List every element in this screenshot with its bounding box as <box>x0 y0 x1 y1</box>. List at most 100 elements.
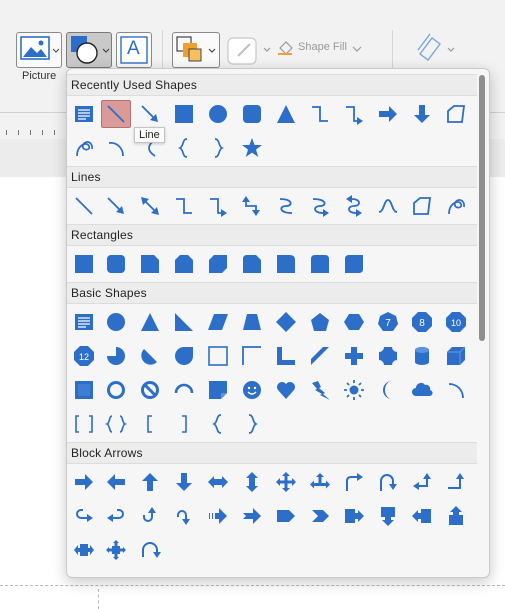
shape-star[interactable] <box>237 134 267 162</box>
shape-dodecagon[interactable]: 12 <box>69 342 99 370</box>
shape-moon[interactable] <box>373 376 403 404</box>
shape-fill-button[interactable]: Shape Fill <box>276 38 364 58</box>
shape-chevron[interactable] <box>305 502 335 530</box>
shape-double-brace[interactable] <box>101 410 131 438</box>
shape-up-down-arrow[interactable] <box>237 468 267 496</box>
text-box-button[interactable]: A <box>116 32 152 68</box>
shape-curved-double-arrow-connector[interactable] <box>339 192 369 220</box>
shape-rounded-rectangle[interactable] <box>237 100 267 128</box>
shape-oval[interactable] <box>203 100 233 128</box>
shape-up-arrow[interactable] <box>135 468 165 496</box>
shape-heptagon[interactable]: 7 <box>373 308 403 336</box>
shape-style-button[interactable] <box>226 34 272 68</box>
shape-cube[interactable] <box>441 342 471 370</box>
shape-plaque[interactable] <box>373 342 403 370</box>
shape-snip-round[interactable] <box>237 250 267 278</box>
scrollbar-thumb[interactable] <box>479 75 485 341</box>
shape-isosceles-triangle[interactable] <box>135 308 165 336</box>
shape-frame[interactable] <box>203 342 233 370</box>
shape-block-arc[interactable] <box>169 376 199 404</box>
shape-line-arrow[interactable] <box>135 100 165 128</box>
shape-line-arrow[interactable] <box>101 192 131 220</box>
shape-donut[interactable] <box>101 376 131 404</box>
shape-right-arrow-callout[interactable] <box>339 502 369 530</box>
shape-pentagon[interactable] <box>305 308 335 336</box>
shape-left-right-up-arrow[interactable] <box>305 468 335 496</box>
shape-elbow-arrow-connector[interactable] <box>203 192 233 220</box>
shape-right-brace[interactable] <box>203 134 233 162</box>
shape-right-brace[interactable] <box>237 410 267 438</box>
shape-left-arrow-callout[interactable] <box>407 502 437 530</box>
shape-l-shape[interactable] <box>271 342 301 370</box>
shape-line[interactable] <box>69 192 99 220</box>
shape-round-diagonal[interactable] <box>339 250 369 278</box>
shape-pie[interactable] <box>101 342 131 370</box>
shape-diamond[interactable] <box>271 308 301 336</box>
shape-smiley-face[interactable] <box>237 376 267 404</box>
shape-line-selected[interactable] <box>101 100 131 128</box>
shape-pentagon-arrow[interactable] <box>271 502 301 530</box>
shape-striped-right-arrow[interactable] <box>203 502 233 530</box>
shape-sun[interactable] <box>339 376 369 404</box>
shape-arc[interactable] <box>101 134 131 162</box>
shape-text-box[interactable] <box>69 308 99 336</box>
shape-right-arrow[interactable] <box>69 468 99 496</box>
shape-half-frame[interactable] <box>237 342 267 370</box>
shape-right-triangle[interactable] <box>169 308 199 336</box>
shape-elbow-connector[interactable] <box>169 192 199 220</box>
shape-cloud[interactable] <box>407 376 437 404</box>
shape-bevel[interactable] <box>69 376 99 404</box>
shape-teardrop[interactable] <box>169 342 199 370</box>
shape-round-single-corner[interactable] <box>271 250 301 278</box>
shape-can[interactable] <box>407 342 437 370</box>
shape-quad-arrow-callout[interactable] <box>101 536 131 564</box>
shape-curve[interactable] <box>373 192 403 220</box>
shape-down-arrow-callout[interactable] <box>373 502 403 530</box>
shape-rounded-rectangle[interactable] <box>101 250 131 278</box>
shape-scribble[interactable] <box>69 134 99 162</box>
shape-snip-single-corner[interactable] <box>135 250 165 278</box>
shape-bent-up-arrow[interactable] <box>441 468 471 496</box>
shape-triangle[interactable] <box>271 100 301 128</box>
shape-left-bracket[interactable] <box>135 410 165 438</box>
shape-decagon[interactable]: 10 <box>441 308 471 336</box>
shapes-button[interactable] <box>66 32 112 68</box>
shape-elbow-arrow-connector[interactable] <box>339 100 369 128</box>
shape-round-same-side[interactable] <box>305 250 335 278</box>
shape-curved-right-arrow[interactable] <box>69 502 99 530</box>
shape-plus[interactable] <box>339 342 369 370</box>
shape-elbow-connector[interactable] <box>305 100 335 128</box>
shape-no-symbol[interactable] <box>135 376 165 404</box>
shape-bent-arrow[interactable] <box>339 468 369 496</box>
shape-left-arrow[interactable] <box>101 468 131 496</box>
shape-curved-down-arrow[interactable] <box>169 502 199 530</box>
shape-quad-arrow[interactable] <box>271 468 301 496</box>
shape-parallelogram[interactable] <box>203 308 233 336</box>
shape-u-turn-arrow[interactable] <box>373 468 403 496</box>
shape-snip-diagonal[interactable] <box>203 250 233 278</box>
shape-rectangle[interactable] <box>69 250 99 278</box>
shape-scribble[interactable] <box>441 192 471 220</box>
shape-left-brace[interactable] <box>203 410 233 438</box>
shape-snip-same-side[interactable] <box>169 250 199 278</box>
shape-curved-arrow-connector[interactable] <box>305 192 335 220</box>
gallery-scrollbar[interactable] <box>477 73 487 573</box>
shape-freeform[interactable] <box>441 100 471 128</box>
shape-lightning-bolt[interactable] <box>305 376 335 404</box>
shape-oval[interactable] <box>101 308 131 336</box>
shape-octagon[interactable]: 8 <box>407 308 437 336</box>
shape-left-right-arrow[interactable] <box>203 468 233 496</box>
shape-left-right-arrow-callout[interactable] <box>69 536 99 564</box>
shape-right-bracket[interactable] <box>169 410 199 438</box>
shape-heart[interactable] <box>271 376 301 404</box>
shape-folded-corner[interactable] <box>203 376 233 404</box>
alt-text-button[interactable] <box>414 32 458 68</box>
shape-curved-left-arrow[interactable] <box>101 502 131 530</box>
shape-trapezoid[interactable] <box>237 308 267 336</box>
shape-rectangle[interactable] <box>169 100 199 128</box>
shape-freeform[interactable] <box>407 192 437 220</box>
shape-elbow-double-arrow-connector[interactable] <box>237 192 267 220</box>
shape-circular-arrow[interactable] <box>135 536 165 564</box>
shape-down-arrow[interactable] <box>169 468 199 496</box>
shape-up-arrow-callout[interactable] <box>441 502 471 530</box>
